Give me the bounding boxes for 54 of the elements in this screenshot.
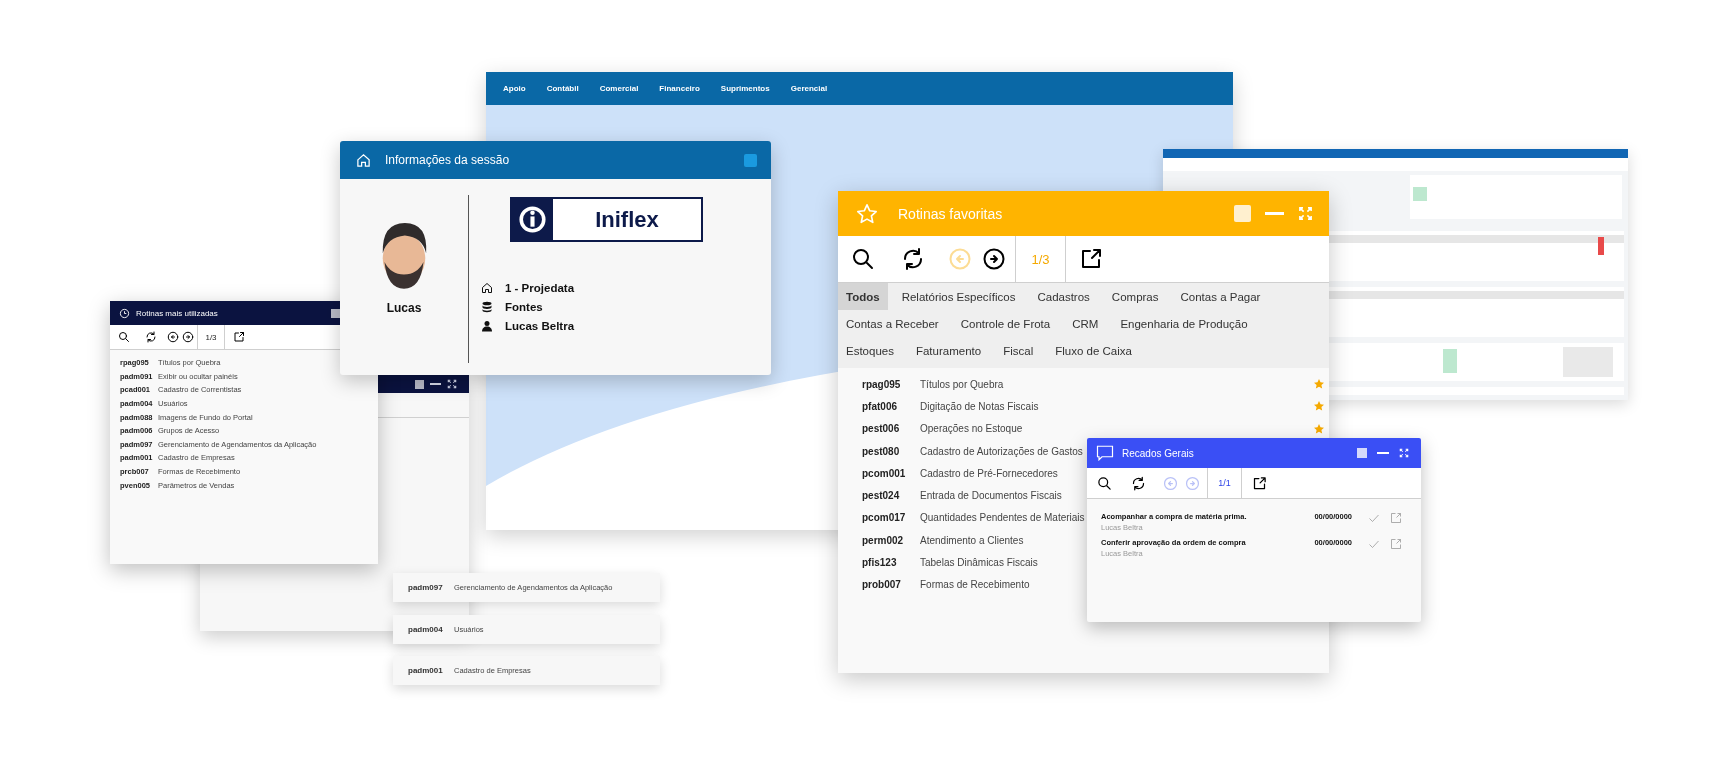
- routine-name[interactable]: Quantidades Pendentes de Materiais: [920, 512, 1085, 524]
- page-indicator: 1/1: [1208, 468, 1242, 498]
- routine-code[interactable]: rpag095: [862, 378, 920, 390]
- routine-code[interactable]: pest024: [862, 490, 920, 502]
- category-tab[interactable]: Engenharia de Produção: [1112, 310, 1256, 337]
- menu-item[interactable]: Apoio: [503, 84, 526, 93]
- routine-code[interactable]: pfis123: [862, 557, 920, 568]
- logo-text: Iniflex: [594, 206, 660, 233]
- routine-name[interactable]: Formas de Recebimento: [920, 579, 1030, 591]
- page-indicator: 1/3: [1016, 236, 1066, 282]
- routine-code[interactable]: pcom017: [862, 512, 920, 524]
- category-tab[interactable]: Contas a Receber: [838, 310, 947, 337]
- routine-name[interactable]: Atendimento a Clientes: [920, 534, 1024, 546]
- routine-name[interactable]: Cadastro de Pré-Fornecedores: [920, 467, 1058, 479]
- routine-name[interactable]: Títulos por Quebra: [920, 378, 1004, 390]
- category-tab[interactable]: Fluxo de Caixa: [1047, 337, 1140, 364]
- routine-code: padm004: [408, 624, 444, 634]
- routine-name[interactable]: Digitação de Notas Fiscais: [920, 400, 1039, 412]
- routine-code[interactable]: pest006: [862, 423, 920, 435]
- menu-item[interactable]: Suprimentos: [720, 84, 770, 93]
- routine-name[interactable]: Cadastro de Autorizações de Gastos: [920, 445, 1083, 457]
- user-name: Lucas: [386, 301, 422, 315]
- routine-name[interactable]: Operações no Estoque: [920, 423, 1023, 435]
- category-tab[interactable]: Contas a Pagar: [1172, 283, 1269, 310]
- category-tab[interactable]: Controle de Frota: [952, 310, 1059, 337]
- routine-code[interactable]: prob007: [862, 579, 920, 591]
- routine-name[interactable]: Tabelas Dinâmicas Fiscais: [920, 557, 1038, 568]
- menu-item[interactable]: Comercial: [599, 84, 639, 93]
- menu-item[interactable]: Financeiro: [659, 84, 700, 93]
- session-info: Lucas Beltra: [505, 319, 575, 332]
- window-title: Rotinas mais utilizadas: [136, 308, 219, 318]
- category-tab[interactable]: Estoques: [838, 337, 902, 364]
- window-title: Rotinas favoritas: [898, 205, 1004, 222]
- routine-code[interactable]: pcom001: [862, 467, 920, 479]
- page-indicator: 1/3: [198, 325, 225, 349]
- routine-code[interactable]: perm002: [862, 534, 920, 546]
- menu-item[interactable]: Contábil: [546, 84, 579, 93]
- routine-code[interactable]: pest080: [862, 445, 920, 457]
- window-title: Informações da sessão: [385, 153, 511, 167]
- session-info: Fontes: [505, 300, 543, 313]
- routine-code[interactable]: pfat006: [862, 400, 920, 412]
- routine-name[interactable]: Entrada de Documentos Fiscais: [920, 490, 1062, 502]
- category-tab[interactable]: Todos: [838, 283, 888, 310]
- category-tab[interactable]: Compras: [1103, 283, 1167, 310]
- category-tab[interactable]: Faturamento: [907, 337, 990, 364]
- session-info: 1 - Projedata: [505, 281, 575, 294]
- window-title: Recados Gerais: [1122, 447, 1195, 459]
- routine-code: padm001: [408, 666, 444, 675]
- category-tab[interactable]: Fiscal: [995, 337, 1042, 364]
- menu-item[interactable]: Gerencial: [790, 84, 828, 93]
- routine-code: padm097: [408, 583, 444, 592]
- category-tab[interactable]: CRM: [1064, 310, 1107, 337]
- category-tab[interactable]: Relatórios Específicos: [893, 283, 1024, 310]
- category-tab[interactable]: Cadastros: [1029, 283, 1098, 310]
